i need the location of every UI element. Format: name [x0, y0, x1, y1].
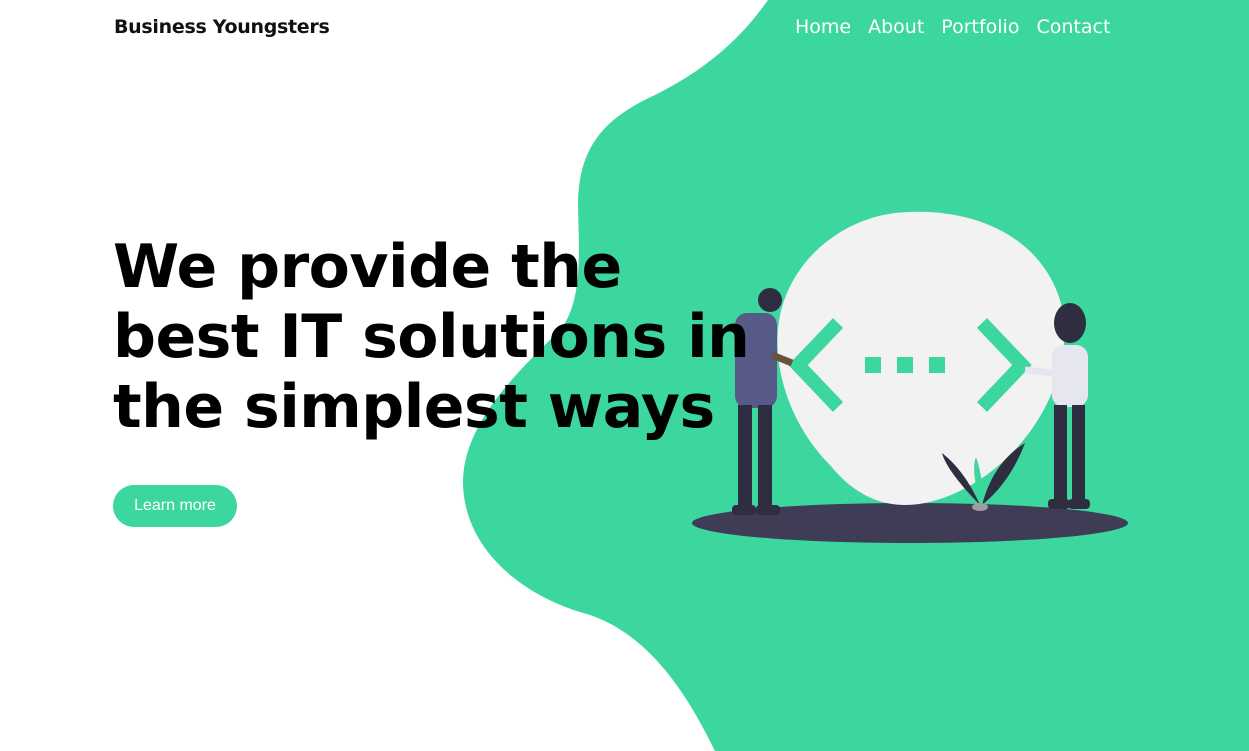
nav-about-link[interactable]: About [868, 16, 924, 38]
hero-title: We provide the best IT solutions in the … [113, 232, 750, 442]
brand-logo[interactable]: Business Youngsters [114, 16, 330, 38]
nav-contact-link[interactable]: Contact [1036, 16, 1110, 38]
ellipsis-dot [929, 357, 945, 373]
nav-home-link[interactable]: Home [795, 16, 851, 38]
site-header: Business Youngsters Home About Portfolio… [0, 0, 1249, 60]
learn-more-button[interactable]: Learn more [113, 485, 237, 527]
main-nav: Home About Portfolio Contact [795, 16, 1110, 38]
ellipsis-dot [897, 357, 913, 373]
ellipsis-dot [865, 357, 881, 373]
nav-portfolio-link[interactable]: Portfolio [941, 16, 1019, 38]
